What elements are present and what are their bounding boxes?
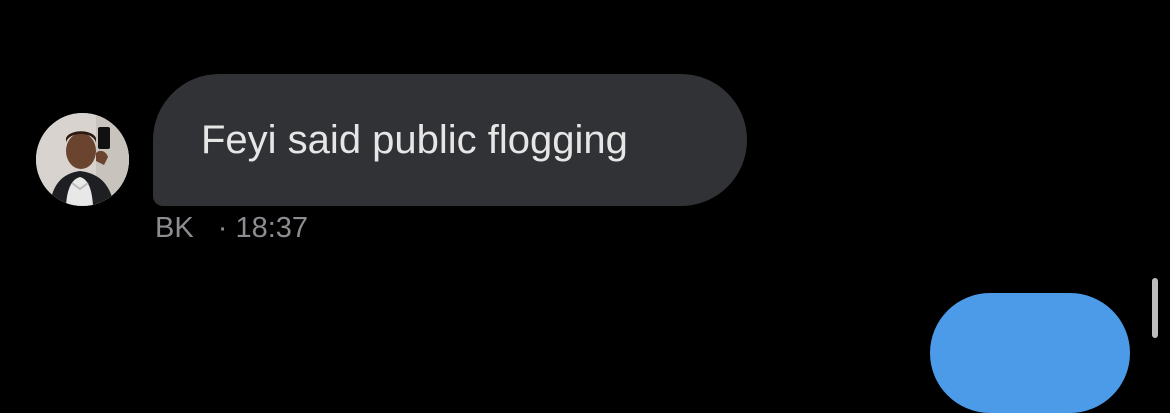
- incoming-message-bubble[interactable]: Feyi said public flogging: [153, 74, 747, 206]
- outgoing-message-bubble[interactable]: [930, 293, 1130, 413]
- message-time: 18:37: [235, 212, 309, 244]
- sender-name: BK: [155, 212, 194, 244]
- meta-separator: ·: [217, 212, 228, 244]
- scrollbar[interactable]: [1152, 278, 1158, 338]
- sender-avatar[interactable]: [36, 113, 129, 206]
- avatar-photo-icon: [36, 113, 129, 206]
- message-meta: BK · 18:37: [155, 214, 308, 243]
- message-text: Feyi said public flogging: [201, 118, 628, 162]
